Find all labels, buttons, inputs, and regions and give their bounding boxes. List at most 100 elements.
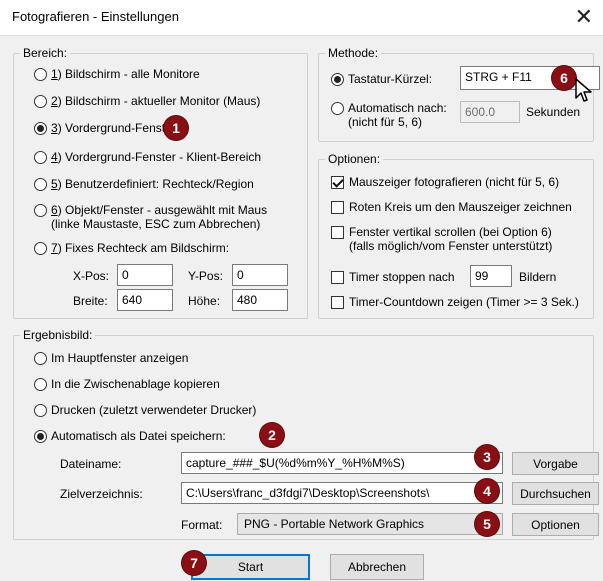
xpos-input[interactable]: 0 <box>117 264 173 286</box>
drucken-label: Drucken (zuletzt verwendeter Drucker) <box>51 403 257 417</box>
bereich-option-4-key: 4 <box>51 150 58 164</box>
ergebnis-option-2[interactable]: In die Zwischenablage kopieren <box>34 377 220 391</box>
ypos-label: Y-Pos: <box>188 269 223 283</box>
bereich-option-1-label: ) Bildschirm - alle Monitore <box>57 67 200 81</box>
radio-drucken[interactable] <box>34 403 47 417</box>
bereich-option-1[interactable]: 1) Bildschirm - alle Monitore <box>34 67 200 81</box>
datei-label: Automatisch als Datei speichern: <box>51 429 226 443</box>
auto-seconds-input[interactable]: 600.0 <box>460 101 520 123</box>
bereich-option-2-key: 2 <box>51 94 58 108</box>
zwischenablage-label: In die Zwischenablage kopieren <box>51 377 220 391</box>
ziel-input[interactable]: C:\Users\franc_d3fdgi7\Desktop\Screensho… <box>181 482 503 504</box>
dateiname-input[interactable]: capture_###_$U(%d%m%Y_%H%M%S) <box>181 452 503 474</box>
bereich-option-3-key: 3 <box>51 121 58 135</box>
bereich-option-5[interactable]: 5) Benutzerdefiniert: Rechteck/Region <box>34 177 254 191</box>
checkbox-roter-kreis[interactable] <box>331 200 344 214</box>
opt-mauszeiger[interactable]: Mauszeiger fotografieren (nicht für 5, 6… <box>331 175 559 189</box>
window-title: Fotografieren - Einstellungen <box>12 9 179 24</box>
radio-bereich-3[interactable] <box>34 121 47 135</box>
annotation-badge-4: 4 <box>475 479 499 503</box>
bereich-option-5-key: 5 <box>51 177 58 191</box>
countdown-label: Timer-Countdown zeigen (Timer >= 3 Sek.) <box>349 295 579 309</box>
roter-kreis-label: Roten Kreis um den Mauszeiger zeichnen <box>349 200 572 214</box>
durchsuchen-button[interactable]: Durchsuchen <box>512 482 599 505</box>
annotation-badge-6: 6 <box>552 66 576 90</box>
opt-scrollen[interactable]: Fenster vertikal scrollen (bei Option 6)… <box>331 225 552 253</box>
radio-bereich-1[interactable] <box>34 67 47 81</box>
checkbox-scrollen[interactable] <box>331 226 344 239</box>
auto-label: Automatisch nach: <box>348 101 447 115</box>
scrollen-label2: (falls möglich/vom Fenster unterstützt) <box>349 239 553 253</box>
annotation-badge-3: 3 <box>475 445 499 469</box>
radio-datei[interactable] <box>34 429 47 443</box>
bereich-option-6-label2: (linke Maustaste, ESC zum Abbrechen) <box>51 217 261 231</box>
methode-automatisch[interactable]: Automatisch nach: (nicht für 5, 6) <box>331 101 447 129</box>
annotation-badge-7: 7 <box>182 551 206 575</box>
annotation-badge-1: 1 <box>164 116 188 140</box>
radio-hauptfenster[interactable] <box>34 351 47 365</box>
bereich-option-6[interactable]: 6) Objekt/Fenster - ausgewählt mit Maus … <box>34 203 267 231</box>
abbrechen-button[interactable]: Abbrechen <box>330 554 424 580</box>
tastatur-label: Tastatur-Kürzel: <box>348 72 433 86</box>
ergebnis-option-3[interactable]: Drucken (zuletzt verwendeter Drucker) <box>34 403 256 417</box>
bereich-option-2[interactable]: 2) Bildschirm - aktueller Monitor (Maus) <box>34 94 260 108</box>
bereich-option-7-label: ) Fixes Rechteck am Bildschirm: <box>57 241 230 255</box>
radio-bereich-5[interactable] <box>34 177 47 191</box>
format-label: Format: <box>181 518 223 532</box>
title-bar: Fotografieren - Einstellungen ✕ <box>0 0 603 36</box>
bereich-option-4[interactable]: 4) Vordergrund-Fenster - Klient-Bereich <box>34 150 261 164</box>
hauptfenster-label: Im Hauptfenster anzeigen <box>51 351 189 365</box>
opt-roter-kreis[interactable]: Roten Kreis um den Mauszeiger zeichnen <box>331 200 572 214</box>
methode-tastatur[interactable]: Tastatur-Kürzel: <box>331 72 432 86</box>
radio-bereich-4[interactable] <box>34 150 47 164</box>
bereich-option-2-label: ) Bildschirm - aktueller Monitor (Maus) <box>57 94 261 108</box>
close-icon[interactable]: ✕ <box>575 4 593 30</box>
annotation-badge-2: 2 <box>260 423 284 447</box>
checkbox-countdown[interactable] <box>331 295 344 309</box>
bereich-option-3-label: ) Vordergrund-Fenster <box>57 121 176 135</box>
format-select[interactable]: PNG - Portable Network Graphics <box>237 513 503 535</box>
optionen-legend: Optionen: <box>328 152 381 166</box>
opt-countdown[interactable]: Timer-Countdown zeigen (Timer >= 3 Sek.) <box>331 295 579 309</box>
timer-unit: Bildern <box>519 270 557 284</box>
bereich-option-6-label: ) Objekt/Fenster - ausgewählt mit Maus <box>57 203 268 217</box>
optionen-button[interactable]: Optionen <box>512 513 599 536</box>
mouse-pointer-icon <box>575 78 592 102</box>
checkbox-timer[interactable] <box>331 270 344 284</box>
ergebnis-option-4[interactable]: Automatisch als Datei speichern: <box>34 429 226 443</box>
scrollen-label: Fenster vertikal scrollen (bei Option 6) <box>349 225 552 239</box>
bereich-option-7[interactable]: 7) Fixes Rechteck am Bildschirm: <box>34 241 229 255</box>
vorgabe-button[interactable]: Vorgabe <box>512 452 599 475</box>
bereich-option-5-label: ) Benutzerdefiniert: Rechteck/Region <box>57 177 254 191</box>
timer-input[interactable]: 99 <box>470 265 512 287</box>
ziel-label: Zielverzeichnis: <box>60 487 143 501</box>
hoehe-label: Höhe: <box>188 294 221 308</box>
start-button[interactable]: Start <box>191 554 310 580</box>
bereich-option-4-label: ) Vordergrund-Fenster - Klient-Bereich <box>57 150 262 164</box>
seconds-label: Sekunden <box>526 105 581 119</box>
radio-bereich-2[interactable] <box>34 94 47 108</box>
auto-label2: (nicht für 5, 6) <box>348 115 423 129</box>
ypos-input[interactable]: 0 <box>232 264 288 286</box>
breite-label: Breite: <box>73 294 108 308</box>
breite-input[interactable]: 640 <box>117 289 173 311</box>
radio-bereich-6[interactable] <box>34 204 47 217</box>
methode-legend: Methode: <box>328 46 379 60</box>
opt-timer[interactable]: Timer stoppen nach <box>331 270 455 284</box>
radio-automatisch[interactable] <box>331 102 344 115</box>
bereich-option-6-key: 6 <box>51 203 58 217</box>
bereich-option-1-key: 1 <box>51 67 58 81</box>
checkbox-mauszeiger[interactable] <box>331 175 344 189</box>
radio-bereich-7[interactable] <box>34 241 47 255</box>
radio-tastatur[interactable] <box>331 72 344 86</box>
bereich-option-3[interactable]: 3) Vordergrund-Fenster <box>34 121 176 135</box>
hoehe-input[interactable]: 480 <box>232 289 288 311</box>
radio-zwischenablage[interactable] <box>34 377 47 391</box>
ergebnis-legend: Ergebnisbild: <box>23 328 93 342</box>
dateiname-label: Dateiname: <box>60 457 122 471</box>
bereich-option-7-key: 7 <box>51 241 58 255</box>
annotation-badge-5: 5 <box>475 512 499 536</box>
xpos-label: X-Pos: <box>73 269 110 283</box>
ergebnis-option-1[interactable]: Im Hauptfenster anzeigen <box>34 351 188 365</box>
mauszeiger-label: Mauszeiger fotografieren (nicht für 5, 6… <box>349 175 560 189</box>
